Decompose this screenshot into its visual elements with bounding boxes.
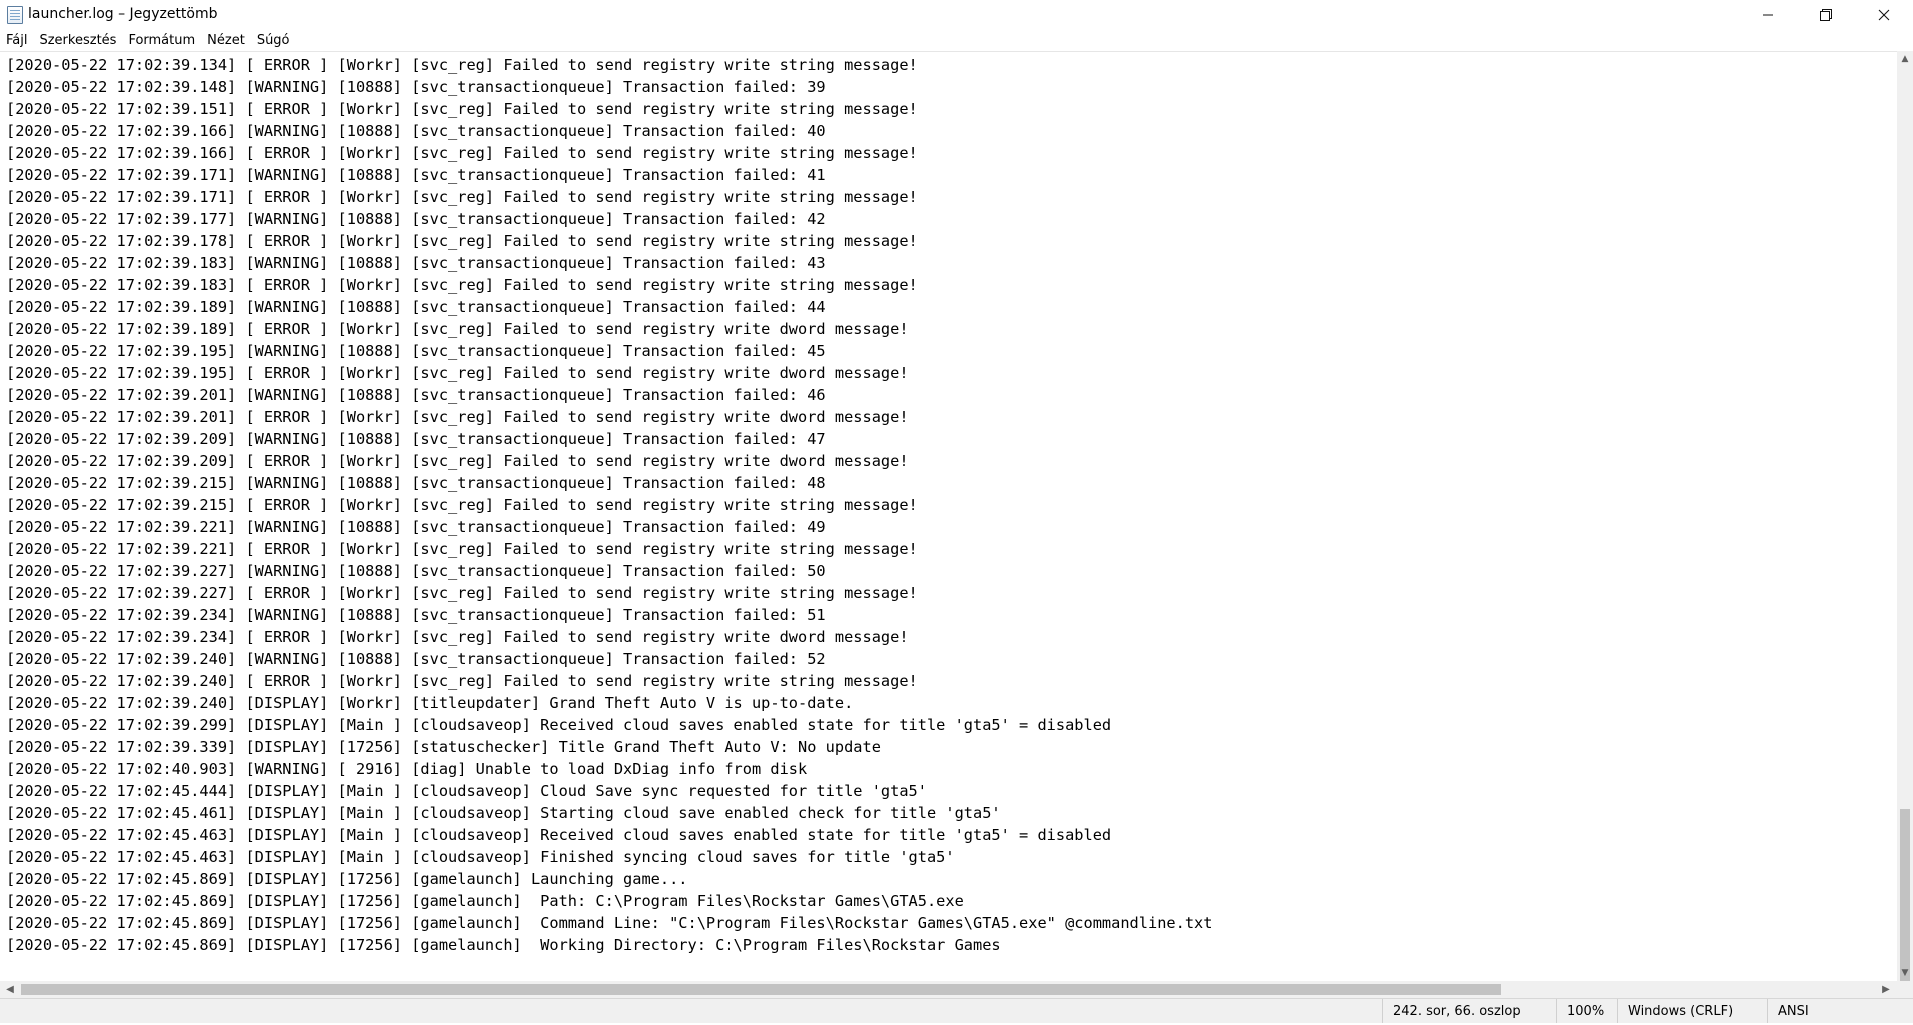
menu-view[interactable]: Nézet: [201, 30, 251, 51]
log-line: [2020-05-22 17:02:39.227] [ ERROR ] [Wor…: [6, 584, 918, 602]
log-line: [2020-05-22 17:02:39.209] [WARNING] [108…: [6, 430, 826, 448]
log-line: [2020-05-22 17:02:39.195] [WARNING] [108…: [6, 342, 826, 360]
log-line: [2020-05-22 17:02:39.240] [ ERROR ] [Wor…: [6, 672, 918, 690]
horizontal-scroll-thumb[interactable]: [21, 984, 1501, 995]
log-line: [2020-05-22 17:02:39.209] [ ERROR ] [Wor…: [6, 452, 909, 470]
scroll-left-arrow-icon[interactable]: ◀: [2, 981, 18, 998]
menu-help[interactable]: Súgó: [251, 30, 296, 51]
title-bar[interactable]: launcher.log – Jegyzettömb: [0, 0, 1913, 30]
log-line: [2020-05-22 17:02:39.171] [ ERROR ] [Wor…: [6, 188, 918, 206]
horizontal-scrollbar[interactable]: ◀ ▶: [0, 981, 1897, 998]
line-ending: Windows (CRLF): [1617, 999, 1733, 1023]
log-line: [2020-05-22 17:02:40.903] [WARNING] [ 29…: [6, 760, 808, 778]
log-line: [2020-05-22 17:02:39.221] [ ERROR ] [Wor…: [6, 540, 918, 558]
log-line: [2020-05-22 17:02:45.869] [DISPLAY] [172…: [6, 892, 964, 910]
status-bar: 242. sor, 66. oszlop 100% Windows (CRLF)…: [0, 998, 1913, 1023]
notepad-icon: [7, 6, 23, 24]
log-line: [2020-05-22 17:02:45.444] [DISPLAY] [Mai…: [6, 782, 927, 800]
log-line: [2020-05-22 17:02:39.215] [WARNING] [108…: [6, 474, 826, 492]
log-line: [2020-05-22 17:02:39.178] [ ERROR ] [Wor…: [6, 232, 918, 250]
log-line: [2020-05-22 17:02:45.461] [DISPLAY] [Mai…: [6, 804, 1001, 822]
log-line: [2020-05-22 17:02:39.240] [DISPLAY] [Wor…: [6, 694, 854, 712]
log-line: [2020-05-22 17:02:39.201] [WARNING] [108…: [6, 386, 826, 404]
log-line: [2020-05-22 17:02:39.240] [WARNING] [108…: [6, 650, 826, 668]
log-line: [2020-05-22 17:02:39.148] [WARNING] [108…: [6, 78, 826, 96]
menu-file[interactable]: Fájl: [0, 30, 33, 51]
log-line: [2020-05-22 17:02:39.166] [WARNING] [108…: [6, 122, 826, 140]
log-lines: [2020-05-22 17:02:39.134] [ ERROR ] [Wor…: [0, 54, 1212, 956]
log-line: [2020-05-22 17:02:39.195] [ ERROR ] [Wor…: [6, 364, 909, 382]
log-line: [2020-05-22 17:02:39.134] [ ERROR ] [Wor…: [6, 56, 918, 74]
zoom-level: 100%: [1556, 999, 1604, 1023]
log-line: [2020-05-22 17:02:45.869] [DISPLAY] [172…: [6, 870, 688, 888]
log-line: [2020-05-22 17:02:45.869] [DISPLAY] [172…: [6, 914, 1213, 932]
cursor-position: 242. sor, 66. oszlop: [1382, 999, 1521, 1023]
minimize-icon: [1763, 14, 1773, 16]
scrollbar-corner: [1897, 981, 1913, 998]
vertical-scrollbar[interactable]: ▲ ▼: [1897, 51, 1913, 1009]
log-line: [2020-05-22 17:02:39.177] [WARNING] [108…: [6, 210, 826, 228]
close-icon: [1878, 9, 1890, 21]
log-line: [2020-05-22 17:02:45.463] [DISPLAY] [Mai…: [6, 848, 955, 866]
menu-format[interactable]: Formátum: [122, 30, 201, 51]
log-line: [2020-05-22 17:02:39.183] [WARNING] [108…: [6, 254, 826, 272]
minimize-button[interactable]: [1739, 0, 1797, 30]
log-line: [2020-05-22 17:02:39.215] [ ERROR ] [Wor…: [6, 496, 918, 514]
log-line: [2020-05-22 17:02:39.189] [WARNING] [108…: [6, 298, 826, 316]
log-line: [2020-05-22 17:02:39.171] [WARNING] [108…: [6, 166, 826, 184]
log-line: [2020-05-22 17:02:39.234] [WARNING] [108…: [6, 606, 826, 624]
log-line: [2020-05-22 17:02:39.221] [WARNING] [108…: [6, 518, 826, 536]
log-line: [2020-05-22 17:02:39.339] [DISPLAY] [172…: [6, 738, 881, 756]
scroll-up-arrow-icon[interactable]: ▲: [1897, 51, 1913, 67]
scroll-right-arrow-icon[interactable]: ▶: [1878, 981, 1894, 998]
close-button[interactable]: [1855, 0, 1913, 30]
log-line: [2020-05-22 17:02:39.201] [ ERROR ] [Wor…: [6, 408, 909, 426]
window-title: launcher.log – Jegyzettömb: [28, 6, 218, 22]
restore-icon: [1820, 9, 1832, 21]
menu-edit[interactable]: Szerkesztés: [33, 30, 122, 51]
text-editor[interactable]: [2020-05-22 17:02:39.134] [ ERROR ] [Wor…: [0, 51, 1897, 982]
menu-bar: Fájl Szerkesztés Formátum Nézet Súgó: [0, 30, 1913, 51]
scroll-down-arrow-icon[interactable]: ▼: [1897, 965, 1913, 981]
log-line: [2020-05-22 17:02:39.227] [WARNING] [108…: [6, 562, 826, 580]
log-line: [2020-05-22 17:02:39.151] [ ERROR ] [Wor…: [6, 100, 918, 118]
log-line: [2020-05-22 17:02:39.189] [ ERROR ] [Wor…: [6, 320, 909, 338]
log-line: [2020-05-22 17:02:39.234] [ ERROR ] [Wor…: [6, 628, 909, 646]
log-line: [2020-05-22 17:02:39.183] [ ERROR ] [Wor…: [6, 276, 918, 294]
log-line: [2020-05-22 17:02:39.166] [ ERROR ] [Wor…: [6, 144, 918, 162]
log-line: [2020-05-22 17:02:45.463] [DISPLAY] [Mai…: [6, 826, 1112, 844]
encoding: ANSI: [1767, 999, 1809, 1023]
log-line: [2020-05-22 17:02:45.869] [DISPLAY] [172…: [6, 936, 1001, 954]
restore-button[interactable]: [1797, 0, 1855, 30]
log-line: [2020-05-22 17:02:39.299] [DISPLAY] [Mai…: [6, 716, 1112, 734]
